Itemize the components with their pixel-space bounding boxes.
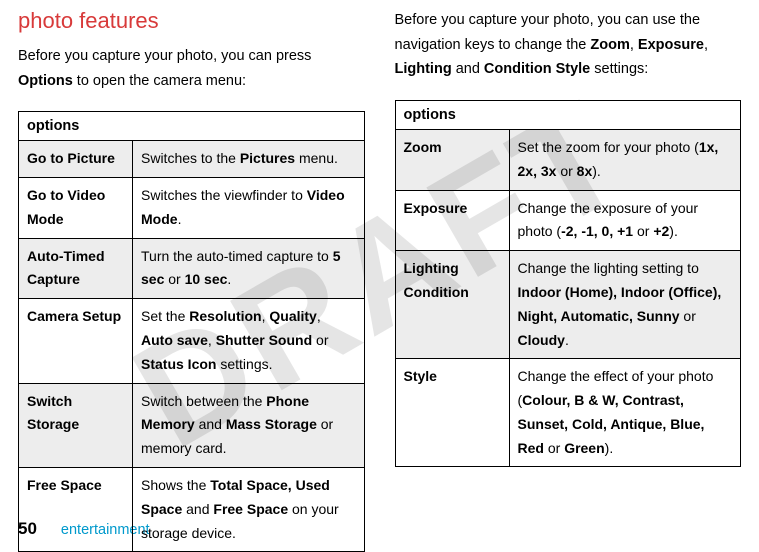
t: or [633,223,653,239]
b: Condition Style [484,61,590,77]
b: Mass Storage [226,416,317,432]
t: Switches the viewfinder to [141,187,307,203]
b: Status Icon [141,356,216,372]
b: Cloudy [518,332,565,348]
row-desc: Turn the auto-timed capture to 5 sec or … [133,238,365,299]
t: or [164,271,184,287]
table-row: Camera Setup Set the Resolution, Quality… [19,299,365,383]
t: , [704,37,708,53]
t: ). [605,440,614,456]
b: 8x [577,163,593,179]
right-options-table: options Zoom Set the zoom for your photo… [395,100,742,468]
row-label: Go to Video Mode [19,178,133,239]
intro-bold: Options [18,73,73,89]
t: or [544,440,564,456]
row-desc: Switches the viewfinder to Video Mode. [133,178,365,239]
table-header-row: options [395,100,741,129]
t: Set the zoom for your photo ( [518,139,699,155]
table-header-row: options [19,112,365,141]
right-intro: Before you capture your photo, you can u… [395,8,742,82]
b: Zoom [590,37,629,53]
t: . [178,211,182,227]
b: Auto save [141,332,208,348]
t: , [317,308,321,324]
right-column: Before you capture your photo, you can u… [395,8,742,552]
left-intro: Before you capture your photo, you can p… [18,44,365,93]
t: menu. [295,150,338,166]
page-content: photo features Before you capture your p… [0,0,759,552]
t: Shows the [141,477,210,493]
b: Quality [269,308,316,324]
table-row: Free Space Shows the Total Space, Used S… [19,468,365,552]
row-label: Go to Picture [19,141,133,178]
table-row: Zoom Set the zoom for your photo (1x, 2x… [395,129,741,190]
t: and [452,61,484,77]
row-label: Auto-Timed Capture [19,238,133,299]
table-row: Switch Storage Switch between the Phone … [19,383,365,467]
b: Pictures [240,150,295,166]
row-desc: Switches to the Pictures menu. [133,141,365,178]
row-desc: Switch between the Phone Memory and Mass… [133,383,365,467]
intro-text: to open the camera menu: [73,73,246,89]
section-title: photo features [18,8,365,34]
t: Switch between the [141,393,266,409]
table-row: Go to Video Mode Switches the viewfinder… [19,178,365,239]
row-label: Camera Setup [19,299,133,383]
t: ). [669,223,678,239]
t: , [208,332,216,348]
intro-text: Before you capture your photo, you can p… [18,48,311,64]
t: Change the lighting setting to [518,260,699,276]
table-header: options [19,112,365,141]
t: , [630,37,638,53]
table-row: Auto-Timed Capture Turn the auto-timed c… [19,238,365,299]
row-desc: Shows the Total Space, Used Space and Fr… [133,468,365,552]
row-desc: Set the zoom for your photo (1x, 2x, 3x … [509,129,741,190]
b: Shutter Sound [216,332,312,348]
b: +2 [653,223,669,239]
row-label: Lighting Condition [395,251,509,359]
row-label: Zoom [395,129,509,190]
row-desc: Change the effect of your photo (Colour,… [509,359,741,467]
t: settings: [590,61,648,77]
b: Exposure [638,37,704,53]
t: . [227,271,231,287]
t: . [565,332,569,348]
b: Resolution [189,308,261,324]
table-row: Style Change the effect of your photo (C… [395,359,741,467]
t: and [182,501,213,517]
table-row: Go to Picture Switches to the Pictures m… [19,141,365,178]
table-header: options [395,100,741,129]
t: Turn the auto-timed capture to [141,248,333,264]
row-desc: Change the exposure of your photo (-2, -… [509,190,741,251]
left-column: photo features Before you capture your p… [18,8,365,552]
t: or [312,332,328,348]
b: Lighting [395,61,452,77]
t: Switches to the [141,150,240,166]
row-label: Switch Storage [19,383,133,467]
row-label: Style [395,359,509,467]
left-options-table: options Go to Picture Switches to the Pi… [18,111,365,552]
table-row: Exposure Change the exposure of your pho… [395,190,741,251]
t: or [556,163,576,179]
t: Set the [141,308,189,324]
t: or [680,308,696,324]
b: 10 sec [185,271,228,287]
row-label: Free Space [19,468,133,552]
t: settings. [216,356,272,372]
table-row: Lighting Condition Change the lighting s… [395,251,741,359]
b: Green [564,440,604,456]
row-desc: Change the lighting setting to Indoor (H… [509,251,741,359]
row-desc: Set the Resolution, Quality, Auto save, … [133,299,365,383]
b: Free Space [213,501,288,517]
t: ). [592,163,601,179]
b: -2, -1, 0, +1 [561,223,633,239]
t: and [195,416,226,432]
row-label: Exposure [395,190,509,251]
